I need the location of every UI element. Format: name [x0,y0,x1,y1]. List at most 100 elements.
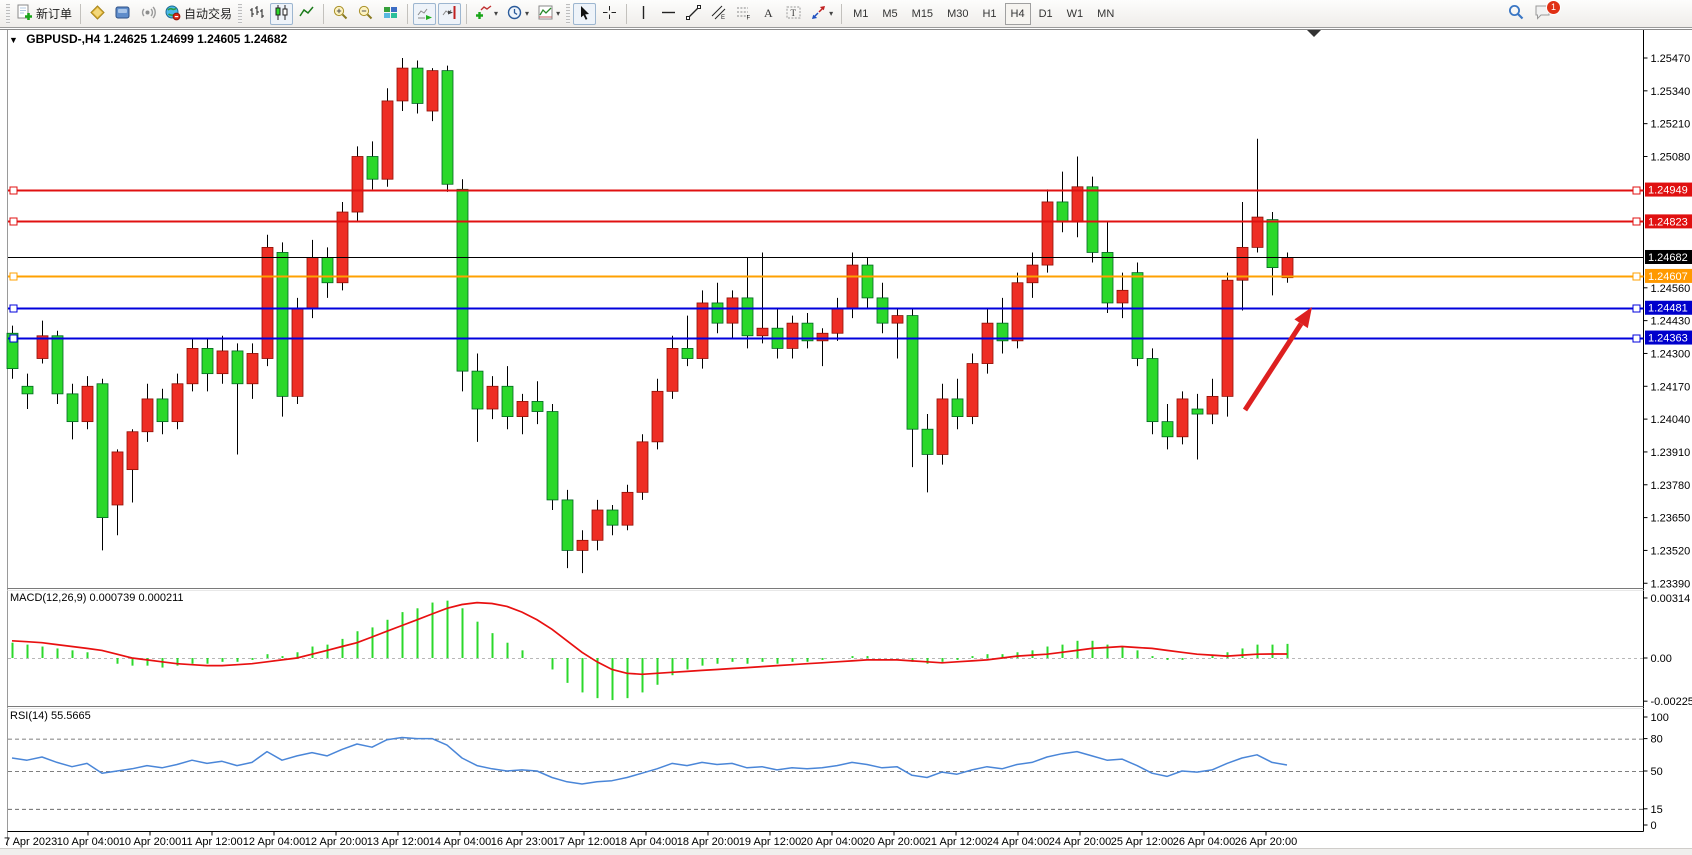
text-label-tool-button[interactable]: T [782,3,805,25]
candle-up [652,391,663,442]
search-icon [1507,3,1525,24]
candle-up [262,247,273,358]
cursor-button[interactable] [573,3,596,25]
candle-up [832,308,843,333]
vertical-line-tool-button[interactable] [632,3,655,25]
arrow-shaft[interactable] [1245,324,1301,410]
line-chart-type-button[interactable] [295,3,318,25]
indicators-icon [475,4,492,24]
timeframe-button-M1[interactable]: M1 [847,3,874,25]
trend-arrow-annotation[interactable] [1245,307,1312,410]
macd-signal-value: 0.000211 [138,592,183,604]
price-tick-label: 1.25080 [1651,151,1691,163]
trendline-tool-button[interactable] [682,3,705,25]
arrows-tool-button[interactable]: ▾ [807,3,836,25]
line-handle[interactable] [1633,335,1640,342]
template-icon [537,4,554,24]
candle-up [937,399,948,455]
trendline-icon [685,4,702,24]
new-order-button[interactable]: 新订单 [13,3,75,25]
main-toolbar: 新订单 自动交易 ▾ [0,0,1692,28]
crosshair-button[interactable] [598,3,621,25]
text-label-icon: T [785,4,802,24]
timeframe-button-D1[interactable]: D1 [1033,3,1059,25]
candle-down [1192,409,1203,414]
strategy-tester-button[interactable] [111,3,134,25]
timeframe-button-M30[interactable]: M30 [941,3,974,25]
candle-up [1282,257,1293,277]
price-badge-label: 1.24607 [1648,271,1688,283]
crosshair-icon [601,4,618,24]
zoom-in-icon [332,4,349,24]
toolbar-right-group: 1 [1503,3,1692,25]
timeframe-button-M15[interactable]: M15 [906,3,939,25]
candle-up [487,386,498,409]
line-handle[interactable] [10,218,17,225]
line-handle[interactable] [10,335,17,342]
candle-up [172,384,183,422]
time-tick-label: 7 Apr 2023 [4,836,57,848]
candle-up [1042,202,1053,265]
macd-name: MACD(12,26,9) [10,592,86,604]
candle-down [157,399,168,422]
line-handle[interactable] [10,273,17,280]
candle-up [622,492,633,525]
price-tick-label: 1.25210 [1651,119,1691,131]
gold-diamond-icon [89,4,106,24]
chevron-down-icon: ▾ [525,9,529,18]
line-handle[interactable] [10,187,17,194]
chart-close-value: 1.24682 [244,32,287,46]
timeframe-button-M5[interactable]: M5 [876,3,903,25]
text-tool-button[interactable]: A [757,3,780,25]
zoom-out-button[interactable] [354,3,377,25]
candle-up [1237,247,1248,280]
channel-tool-button[interactable]: E [707,3,730,25]
candle-up [697,303,708,359]
indicators-button[interactable]: ▾ [472,3,501,25]
chart-shift-button[interactable] [438,3,461,25]
candle-up [1027,265,1038,283]
timeframe-button-H1[interactable]: H1 [976,3,1002,25]
bar-chart-type-button[interactable] [245,3,268,25]
candle-down [1267,220,1278,268]
line-handle[interactable] [1633,187,1640,194]
line-handle[interactable] [10,305,17,312]
new-order-icon [16,4,33,24]
timeframe-button-H4[interactable]: H4 [1005,3,1031,25]
fibonacci-tool-button[interactable]: F [732,3,755,25]
candle-down [1102,252,1113,303]
periods-button[interactable]: ▾ [503,3,532,25]
candle-up [727,298,738,323]
chart-canvas[interactable]: 1.254701.253401.252101.250801.245601.244… [0,0,1692,854]
chart-title: ▼ GBPUSD-,H4 1.24625 1.24699 1.24605 1.2… [9,32,287,46]
chart-shift-marker[interactable] [1307,30,1321,37]
candle-up [337,212,348,283]
line-handle[interactable] [1633,218,1640,225]
line-handle[interactable] [1633,305,1640,312]
zoom-in-button[interactable] [329,3,352,25]
timeframe-button-MN[interactable]: MN [1091,3,1120,25]
horizontal-line-tool-button[interactable] [657,3,680,25]
candle-up [247,353,258,383]
tile-windows-button[interactable] [379,3,402,25]
rsi-axis-label: 80 [1651,734,1663,746]
line-handle[interactable] [1633,273,1640,280]
auto-scroll-button[interactable] [413,3,436,25]
time-tick-label: 18 Apr 20:00 [677,836,739,848]
svg-text:A: A [764,6,773,20]
chart-menu-triangle-icon[interactable]: ▼ [9,35,18,45]
equidistant-channel-icon: E [710,4,727,24]
timeframe-button-W1[interactable]: W1 [1061,3,1090,25]
time-tick-label: 26 Apr 04:00 [1173,836,1235,848]
templates-button[interactable]: ▾ [534,3,563,25]
price-badge-label: 1.24949 [1648,185,1688,197]
market-depth-button[interactable] [86,3,109,25]
auto-trading-button[interactable]: 自动交易 [161,3,235,25]
candlestick-chart-type-button[interactable] [270,3,293,25]
chart-open-value: 1.24625 [104,32,147,46]
search-button[interactable] [1504,3,1528,25]
candle-up [892,316,903,324]
vertical-line-icon [635,4,652,24]
signals-button[interactable] [136,3,159,25]
notifications-button[interactable]: 1 [1530,3,1555,25]
